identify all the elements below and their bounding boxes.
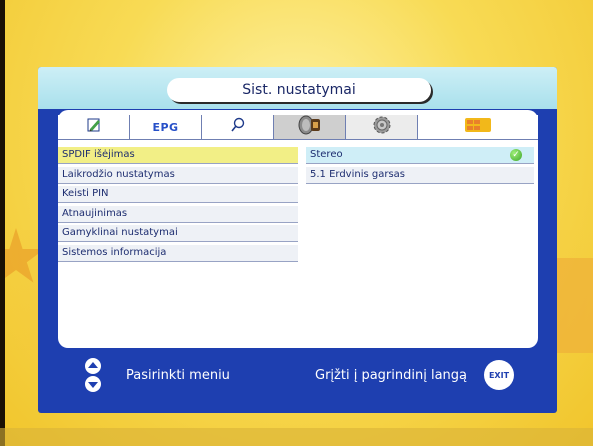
menu-item-pin[interactable]: Keisti PIN bbox=[58, 186, 298, 203]
footer-back-label: Grįžti į pagrindinį langą bbox=[315, 368, 467, 383]
menu-item-label: Keisti PIN bbox=[62, 188, 109, 199]
menu-item-label: Gamyklinai nustatymai bbox=[62, 227, 178, 238]
option-surround[interactable]: 5.1 Erdvinis garsas bbox=[306, 166, 534, 184]
spdif-options: Stereo ✓ 5.1 Erdvinis garsas bbox=[306, 147, 534, 186]
menu-item-label: Sistemos informacija bbox=[62, 246, 167, 258]
magnifier-icon bbox=[229, 116, 247, 138]
tab-epg-label: EPG bbox=[152, 120, 179, 134]
option-label: Stereo bbox=[310, 149, 343, 160]
tab-conditional-access[interactable] bbox=[418, 115, 538, 140]
tab-system-settings[interactable] bbox=[346, 115, 418, 140]
option-label: 5.1 Erdvinis garsas bbox=[310, 168, 406, 180]
option-stereo[interactable]: Stereo ✓ bbox=[306, 147, 534, 164]
satellite-dish-icon bbox=[297, 114, 323, 140]
up-down-arrows-icon bbox=[83, 358, 103, 392]
menu-item-spdif[interactable]: SPDIF išėjimas bbox=[58, 147, 298, 164]
menu-item-clock[interactable]: Laikrodžio nustatymas bbox=[58, 166, 298, 184]
settings-menu: SPDIF išėjimas Laikrodžio nustatymas Kei… bbox=[58, 147, 298, 264]
tab-epg[interactable]: EPG bbox=[130, 115, 202, 140]
screen-edge bbox=[0, 0, 5, 446]
menu-item-update[interactable]: Atnaujinimas bbox=[58, 205, 298, 223]
tab-bar: EPG bbox=[58, 115, 538, 140]
tab-edit[interactable] bbox=[58, 115, 130, 140]
window-title: Sist. nustatymai bbox=[167, 78, 431, 102]
footer-select-menu-label: Pasirinkti meniu bbox=[126, 368, 230, 383]
tab-installation[interactable] bbox=[274, 115, 346, 140]
bottom-strip bbox=[0, 428, 593, 446]
menu-item-system-info[interactable]: Sistemos informacija bbox=[58, 244, 298, 262]
pencil-icon bbox=[85, 116, 103, 138]
menu-item-label: Atnaujinimas bbox=[62, 207, 128, 219]
smart-card-icon bbox=[463, 116, 493, 138]
menu-item-factory-reset[interactable]: Gamyklinai nustatymai bbox=[58, 225, 298, 242]
check-icon: ✓ bbox=[510, 149, 522, 161]
tab-search[interactable] bbox=[202, 115, 274, 140]
footer-bar bbox=[38, 352, 557, 394]
menu-item-label: SPDIF išėjimas bbox=[62, 149, 135, 160]
exit-button[interactable]: EXIT bbox=[484, 360, 514, 390]
menu-item-label: Laikrodžio nustatymas bbox=[62, 168, 175, 180]
gear-icon bbox=[371, 114, 393, 140]
